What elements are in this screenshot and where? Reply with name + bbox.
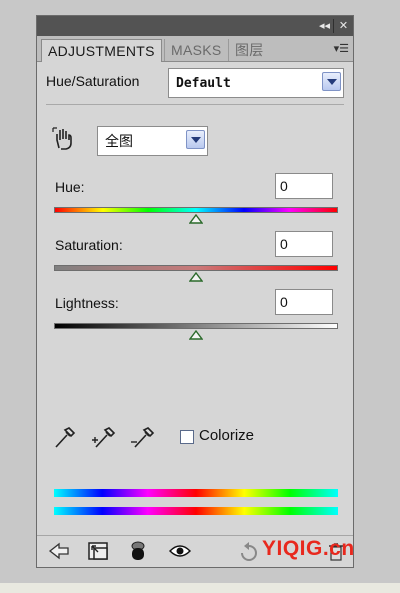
lightness-slider-thumb[interactable] xyxy=(189,330,203,340)
reset-icon[interactable] xyxy=(237,542,259,562)
eyedropper-plus-icon[interactable] xyxy=(91,424,117,450)
hand-target-icon[interactable] xyxy=(51,126,77,152)
divider xyxy=(46,104,344,105)
hue-slider-thumb[interactable] xyxy=(189,214,203,224)
preset-value: Default xyxy=(176,76,231,91)
adjustments-panel: ◂◂ ✕ ADJUSTMENTS MASKS 图层 ▾☰ Hue/Saturat… xyxy=(36,15,354,568)
saturation-slider-track[interactable] xyxy=(54,265,338,271)
clip-layer-icon[interactable] xyxy=(130,541,146,563)
preset-select[interactable]: Default xyxy=(168,68,344,98)
chevron-down-icon[interactable] xyxy=(322,72,341,91)
saturation-input[interactable]: 0 xyxy=(275,231,333,257)
hue-label: Hue: xyxy=(55,179,85,195)
chevron-down-icon[interactable] xyxy=(186,130,205,149)
eyedropper-minus-icon[interactable] xyxy=(130,424,156,450)
channel-value: 全图 xyxy=(105,134,133,150)
eye-icon[interactable] xyxy=(169,544,191,558)
tab-masks[interactable]: MASKS xyxy=(164,39,228,61)
colorize-label: Colorize xyxy=(199,427,255,444)
panel-titlebar[interactable]: ◂◂ ✕ xyxy=(37,16,353,37)
collapse-icon[interactable]: ◂◂ xyxy=(318,19,331,32)
expand-view-icon[interactable] xyxy=(88,542,110,562)
colorize-checkbox[interactable] xyxy=(180,430,194,444)
watermark-text: YIQIG.cn xyxy=(262,537,355,560)
saturation-slider-thumb[interactable] xyxy=(189,272,203,282)
tab-adjustments[interactable]: ADJUSTMENTS xyxy=(41,39,162,62)
page-bottom-strip xyxy=(0,583,400,593)
eyedropper-icon[interactable] xyxy=(53,424,77,450)
channel-select[interactable]: 全图 xyxy=(97,126,208,156)
hue-input[interactable]: 0 xyxy=(275,173,333,199)
adjustment-title: Hue/Saturation xyxy=(46,73,140,89)
lightness-label: Lightness: xyxy=(55,295,119,311)
hue-slider-track[interactable] xyxy=(54,207,338,213)
output-color-bar xyxy=(54,507,338,515)
lightness-input[interactable]: 0 xyxy=(275,289,333,315)
saturation-label: Saturation: xyxy=(55,237,123,253)
close-icon[interactable]: ✕ xyxy=(337,19,350,32)
tab-layers[interactable]: 图层 xyxy=(228,39,270,61)
panel-menu-icon[interactable]: ▾☰ xyxy=(334,42,349,55)
input-color-bar xyxy=(54,489,338,497)
panel-tabs: ADJUSTMENTS MASKS 图层 ▾☰ xyxy=(37,36,353,62)
arrow-left-icon[interactable] xyxy=(48,542,70,560)
titlebar-divider xyxy=(333,19,334,33)
lightness-slider-track[interactable] xyxy=(54,323,338,329)
